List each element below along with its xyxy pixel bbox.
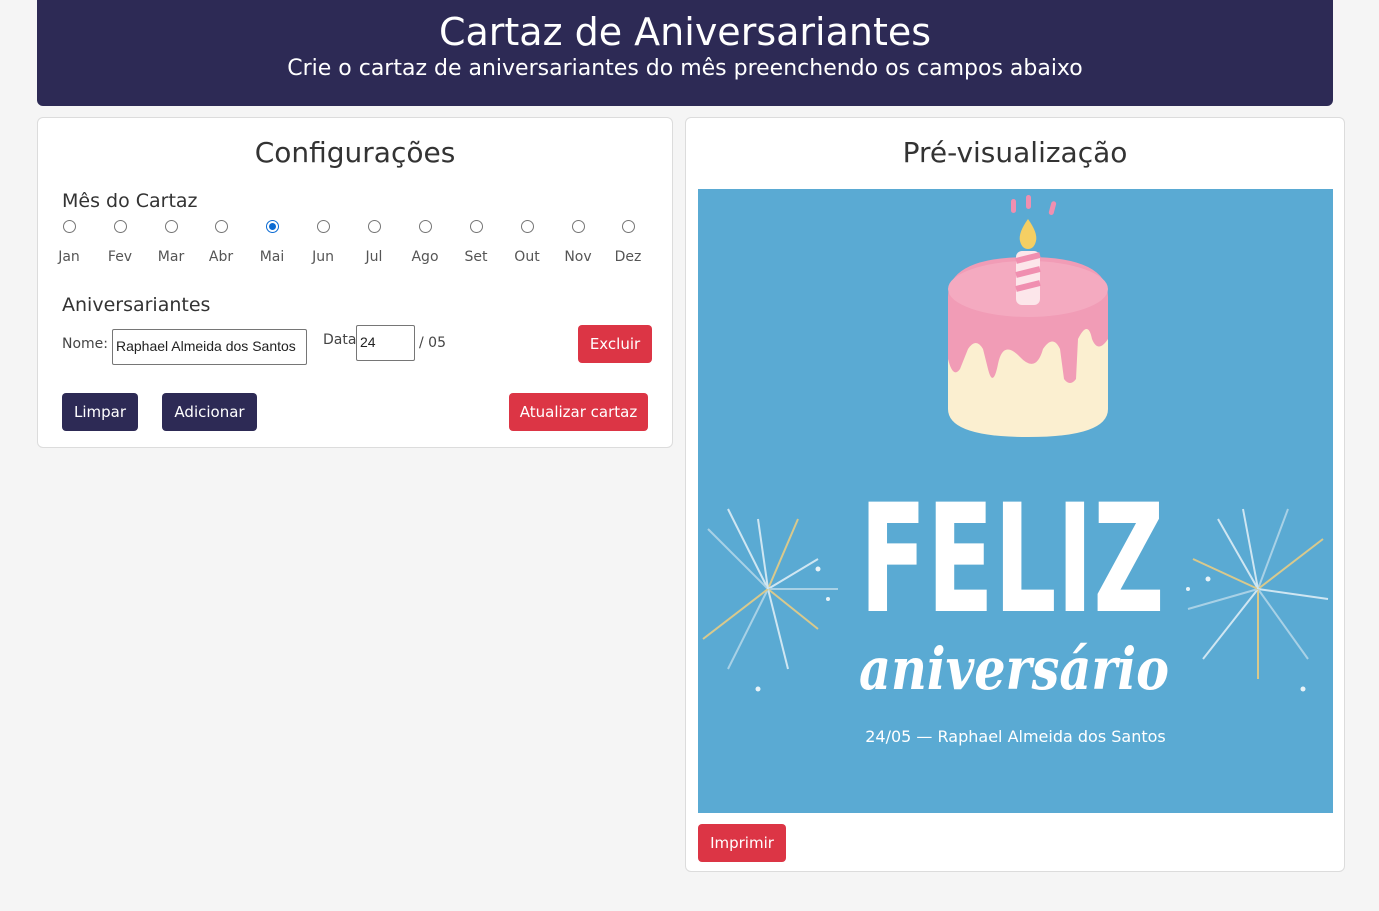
- month-radio-jul[interactable]: [367, 220, 381, 233]
- preview-title: Pré-visualização: [902, 136, 1128, 169]
- day-input[interactable]: 24: [356, 325, 415, 361]
- month-label-out: Out: [514, 249, 540, 265]
- month-radio-jan[interactable]: [62, 220, 76, 233]
- birthdays-label: Aniversariantes: [62, 294, 211, 316]
- month-option-out[interactable]: Out: [512, 220, 542, 265]
- page-header: Cartaz de Aniversariantes Crie o cartaz …: [37, 0, 1333, 106]
- month-label-jul: Jul: [365, 249, 383, 265]
- delete-button[interactable]: Excluir: [578, 325, 652, 363]
- poster-title: FELIZ: [860, 473, 1165, 647]
- config-title: Configurações: [254, 136, 456, 169]
- firework-left-icon: [702, 508, 838, 670]
- month-label-fev: Fev: [107, 249, 133, 265]
- poster-entry: 24/05 — Raphael Almeida dos Santos: [865, 727, 1166, 746]
- month-radio-set[interactable]: [469, 220, 483, 233]
- name-label: Nome:: [62, 336, 109, 352]
- month-radio-jun[interactable]: [316, 220, 330, 233]
- month-label-set: Set: [464, 249, 488, 265]
- poster-subtitle: aniversário: [859, 635, 1169, 703]
- month-option-jul[interactable]: Jul: [359, 220, 389, 265]
- print-button[interactable]: Imprimir: [698, 824, 786, 862]
- month-radio-mar[interactable]: [164, 220, 178, 233]
- config-panel: Configurações Mês do Cartaz Jan Fev Mar Abr…: [37, 117, 673, 448]
- month-option-nov[interactable]: Nov: [563, 220, 593, 265]
- add-button[interactable]: Adicionar: [162, 393, 257, 431]
- month-label-abr: Abr: [208, 249, 234, 265]
- month-label-dez: Dez: [614, 249, 642, 265]
- month-radio-ago[interactable]: [418, 220, 432, 233]
- month-label-nov: Nov: [564, 249, 592, 265]
- month-radio-out[interactable]: [520, 220, 534, 233]
- candle-sparks-icon: [1011, 195, 1057, 215]
- month-option-mai[interactable]: Mai: [257, 220, 287, 265]
- month-option-mar[interactable]: Mar: [156, 220, 186, 265]
- month-radio-fev[interactable]: [113, 220, 127, 233]
- cake-icon: [948, 219, 1108, 437]
- month-option-abr[interactable]: Abr: [206, 220, 236, 265]
- month-suffix: / 05: [419, 335, 446, 351]
- poster-preview: FELIZ aniversário 24/05 — Raphael Almeid…: [698, 189, 1333, 813]
- month-label-mar: Mar: [157, 249, 185, 265]
- month-radio-mai[interactable]: [265, 220, 279, 233]
- preview-panel: Pré-visualização FELIZ aniversário 24/05…: [685, 117, 1345, 872]
- month-radio-group: Jan Fev Mar Abr Mai Jun Jul Ago Set Out Nov Dez: [58, 220, 662, 272]
- name-input[interactable]: Raphael Almeida dos Santos: [112, 329, 307, 365]
- clear-button[interactable]: Limpar: [62, 393, 138, 431]
- month-option-jun[interactable]: Jun: [308, 220, 338, 265]
- month-label: Mês do Cartaz: [62, 190, 198, 212]
- month-option-ago[interactable]: Ago: [410, 220, 440, 265]
- month-radio-abr[interactable]: [214, 220, 228, 233]
- poster-artwork: FELIZ aniversário: [702, 195, 1329, 703]
- month-option-fev[interactable]: Fev: [105, 220, 135, 265]
- page-title: Cartaz de Aniversariantes: [438, 10, 932, 54]
- month-label-mai: Mai: [259, 249, 285, 265]
- firework-right-icon: [1187, 508, 1329, 679]
- month-radio-dez[interactable]: [621, 220, 635, 233]
- month-label-ago: Ago: [411, 249, 439, 265]
- month-option-jan[interactable]: Jan: [54, 220, 84, 265]
- update-poster-button[interactable]: Atualizar cartaz: [509, 393, 648, 431]
- month-label-jan: Jan: [58, 249, 80, 265]
- month-option-set[interactable]: Set: [461, 220, 491, 265]
- page-subtitle: Crie o cartaz de aniversariantes do mês …: [287, 56, 1083, 81]
- month-option-dez[interactable]: Dez: [613, 220, 643, 265]
- month-radio-nov[interactable]: [571, 220, 585, 233]
- month-label-jun: Jun: [312, 249, 334, 265]
